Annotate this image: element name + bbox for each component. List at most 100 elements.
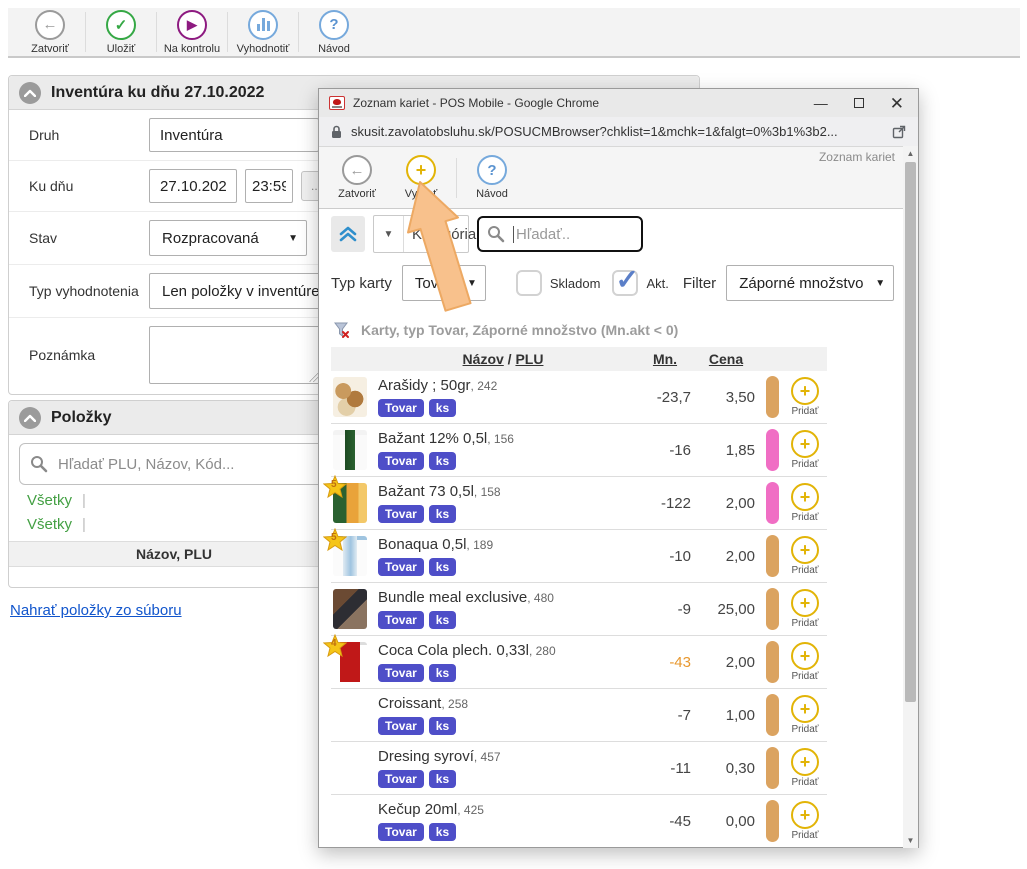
toolbar-divider xyxy=(298,12,299,52)
sort-cena[interactable]: Cena xyxy=(695,351,757,367)
product-name[interactable]: Bažant 12% 0,5l, 156 xyxy=(378,430,635,447)
vsetky-link[interactable]: Všetky xyxy=(27,492,72,509)
back-icon: ← xyxy=(342,155,372,185)
add-card-button[interactable]: + Pridať xyxy=(783,695,827,735)
product-name[interactable]: Arašidy ; 50gr, 242 xyxy=(378,377,635,394)
product-name[interactable]: Kečup 20ml, 425 xyxy=(378,801,635,818)
search-icon xyxy=(487,225,505,243)
chevron-down-icon[interactable]: ▼ xyxy=(374,216,404,252)
evaluate-button-label: Vyhodnotiť xyxy=(237,43,290,55)
plus-icon: + xyxy=(791,642,819,670)
plu-number: 258 xyxy=(448,697,468,711)
filter-funnel-icon xyxy=(333,321,351,339)
stav-select[interactable]: Rozpracovaná ▼ xyxy=(149,220,307,256)
to-check-button[interactable]: ▶ Na kontrolu xyxy=(160,10,224,55)
add-card-button[interactable]: + Pridať xyxy=(783,377,827,417)
card-row: Bažant 12% 0,5l, 156 Tovarks -16 1,85 + … xyxy=(331,424,827,477)
window-close-button[interactable]: ✕ xyxy=(890,95,904,112)
quantity-bar xyxy=(766,694,779,736)
category-combo[interactable]: ▼ Kategória xyxy=(373,215,469,253)
save-button[interactable]: ✓ Uložiť xyxy=(89,10,153,55)
popup-window-title: Zoznam kariet - POS Mobile - Google Chro… xyxy=(353,96,806,110)
card-type-badge: ks xyxy=(429,505,456,523)
collapse-chevron-icon[interactable] xyxy=(19,407,41,429)
evaluate-button[interactable]: Vyhodnotiť xyxy=(231,10,295,55)
product-name[interactable]: Coca Cola plech. 0,33l, 280 xyxy=(378,642,635,659)
url-text[interactable]: skusit.zavolatobsluhu.sk/POSUCMBrowser?c… xyxy=(351,124,883,139)
card-type-badge: ks xyxy=(429,558,456,576)
check-icon: ✓ xyxy=(106,10,136,40)
select-button[interactable]: + Vybrať xyxy=(389,155,453,200)
product-name[interactable]: Croissant, 258 xyxy=(378,695,635,712)
add-card-button[interactable]: + Pridať xyxy=(783,430,827,470)
thumb-cell: 5 xyxy=(331,483,371,523)
thumb-cell xyxy=(331,377,371,417)
product-name[interactable]: Bažant 73 0,5l, 158 xyxy=(378,483,635,500)
quantity-bar xyxy=(766,535,779,577)
quantity-value: -10 xyxy=(635,548,695,565)
collapse-chevron-icon[interactable] xyxy=(19,82,41,104)
card-search-placeholder: Hľadať.. xyxy=(513,226,570,243)
time-input[interactable] xyxy=(245,169,293,203)
akt-checkbox[interactable]: ✓ xyxy=(612,270,638,296)
druh-label: Druh xyxy=(29,127,149,143)
thumb-cell xyxy=(331,748,371,788)
upload-items-link[interactable]: Nahrať položky zo súboru xyxy=(10,602,182,619)
card-search-box[interactable]: Hľadať.. xyxy=(477,216,643,252)
date-input[interactable] xyxy=(149,169,237,203)
scroll-up-arrow-icon[interactable]: ▲ xyxy=(903,146,918,161)
product-name[interactable]: Bonaqua 0,5l, 189 xyxy=(378,536,635,553)
product-image xyxy=(333,430,367,470)
poznamka-textarea[interactable] xyxy=(149,326,321,384)
help-button[interactable]: ? Návod xyxy=(302,10,366,55)
popup-close-button[interactable]: ← Zatvoriť xyxy=(325,155,389,200)
play-icon: ▶ xyxy=(177,10,207,40)
sort-mn[interactable]: Mn. xyxy=(635,351,695,367)
skladom-checkbox[interactable] xyxy=(516,270,542,296)
card-type-badge: Tovar xyxy=(378,823,424,841)
back-icon: ← xyxy=(35,10,65,40)
product-name[interactable]: Bundle meal exclusive, 480 xyxy=(378,589,635,606)
add-card-button[interactable]: + Pridať xyxy=(783,748,827,788)
typ-karty-select[interactable]: Tovar ▼ xyxy=(402,265,486,301)
quantity-value: -16 xyxy=(635,442,695,459)
filter-select[interactable]: Záporné množstvo ▼ xyxy=(726,265,894,301)
popup-urlbar[interactable]: skusit.zavolatobsluhu.sk/POSUCMBrowser?c… xyxy=(319,117,918,147)
nazov-plu-header: Názov, PLU xyxy=(9,546,339,562)
popup-scrollbar[interactable]: ▲ ▼ xyxy=(903,146,918,848)
card-info: Croissant, 258 Tovarks xyxy=(371,695,635,735)
star-badge-icon: 5 xyxy=(323,475,347,499)
add-card-button[interactable]: + Pridať xyxy=(783,589,827,629)
open-in-new-icon[interactable] xyxy=(892,125,906,139)
card-row: Arašidy ; 50gr, 242 Tovarks -23,7 3,50 +… xyxy=(331,371,827,424)
lock-icon xyxy=(331,125,342,139)
plus-icon: + xyxy=(791,430,819,458)
to-check-button-label: Na kontrolu xyxy=(164,43,220,55)
quantity-bar xyxy=(766,800,779,842)
scrollbar-thumb[interactable] xyxy=(905,162,916,702)
add-card-button[interactable]: + Pridať xyxy=(783,801,827,841)
product-name[interactable]: Dresing syroví, 457 xyxy=(378,748,635,765)
minimize-button[interactable]: — xyxy=(814,96,828,110)
maximize-button[interactable] xyxy=(854,98,864,108)
caption-row: Karty, typ Tovar, Záporné množstvo (Mn.a… xyxy=(333,319,903,341)
add-card-button[interactable]: + Pridať xyxy=(783,536,827,576)
add-card-button[interactable]: + Pridať xyxy=(783,642,827,682)
scroll-down-arrow-icon[interactable]: ▼ xyxy=(903,833,918,848)
filter-label: Filter xyxy=(683,275,716,292)
stav-label: Stav xyxy=(29,230,149,246)
card-badges: Tovarks xyxy=(378,399,635,417)
collapse-filters-button[interactable] xyxy=(331,216,365,252)
popup-help-button[interactable]: ? Návod xyxy=(460,155,524,200)
star-badge-icon: 5 xyxy=(323,528,347,552)
druh-input[interactable] xyxy=(149,118,319,152)
close-button[interactable]: ← Zatvoriť xyxy=(18,10,82,55)
sort-nazov-plu[interactable]: Názov / PLU xyxy=(371,351,635,367)
add-card-button[interactable]: + Pridať xyxy=(783,483,827,523)
popup-titlebar[interactable]: Zoznam kariet - POS Mobile - Google Chro… xyxy=(319,89,918,117)
vsetky-link[interactable]: Všetky xyxy=(27,516,72,533)
card-badges: Tovarks xyxy=(378,558,635,576)
card-type-badge: ks xyxy=(429,770,456,788)
card-info: Kečup 20ml, 425 Tovarks xyxy=(371,801,635,841)
card-row: 4 Coca Cola plech. 0,33l, 280 Tovarks -4… xyxy=(331,636,827,689)
